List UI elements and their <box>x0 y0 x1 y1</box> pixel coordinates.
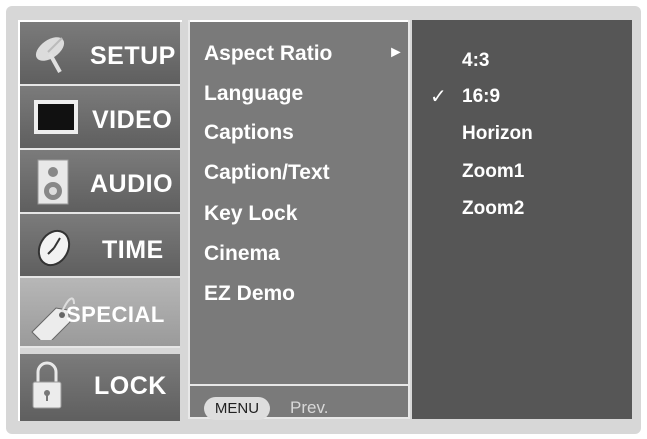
clock-icon <box>37 229 71 267</box>
category-audio[interactable]: AUDIO <box>20 150 180 214</box>
submenu-footer-divider <box>190 384 408 386</box>
category-label: TIME <box>102 236 164 264</box>
speaker-icon <box>37 159 69 205</box>
submenu-panel: Aspect Ratio ► Language Captions Caption… <box>188 20 410 420</box>
option-16-9[interactable]: 16:9 <box>462 86 500 108</box>
tv-screen-icon <box>34 100 78 134</box>
category-label: AUDIO <box>90 170 174 198</box>
prev-label: Prev. <box>290 398 329 417</box>
menu-button[interactable]: MENU <box>204 397 270 420</box>
category-label: VIDEO <box>92 106 173 134</box>
padlock-icon <box>32 361 62 409</box>
category-video[interactable]: VIDEO <box>20 86 180 150</box>
category-lock[interactable]: LOCK <box>20 354 180 421</box>
category-time[interactable]: TIME <box>20 214 180 278</box>
category-special[interactable]: SPECIAL <box>20 278 180 348</box>
submenu-arrow-icon: ► <box>388 44 404 61</box>
submenu-item-caption-text[interactable]: Caption/Text <box>204 161 330 185</box>
options-panel: 4:3 ✓ 16:9 Horizon Zoom1 Zoom2 <box>412 20 632 419</box>
submenu-item-ez-demo[interactable]: EZ Demo <box>204 282 295 306</box>
category-label: SPECIAL <box>66 302 165 327</box>
submenu-item-cinema[interactable]: Cinema <box>204 242 280 266</box>
option-zoom2[interactable]: Zoom2 <box>462 198 524 220</box>
submenu-item-aspect-ratio[interactable]: Aspect Ratio <box>204 42 332 66</box>
category-setup[interactable]: SETUP <box>20 22 180 86</box>
category-label: SETUP <box>90 42 176 70</box>
option-horizon[interactable]: Horizon <box>462 123 533 145</box>
submenu-item-key-lock[interactable]: Key Lock <box>204 202 297 226</box>
submenu-top-border <box>190 20 408 22</box>
submenu-item-language[interactable]: Language <box>204 82 303 106</box>
option-4-3[interactable]: 4:3 <box>462 50 489 72</box>
category-column: SETUP VIDEO AUDIO TIME SPECIAL LOCK <box>18 20 182 421</box>
submenu-item-captions[interactable]: Captions <box>204 121 294 145</box>
check-icon: ✓ <box>430 86 447 108</box>
option-zoom1[interactable]: Zoom1 <box>462 161 524 183</box>
category-label: LOCK <box>94 372 167 400</box>
satellite-dish-icon <box>35 37 65 73</box>
